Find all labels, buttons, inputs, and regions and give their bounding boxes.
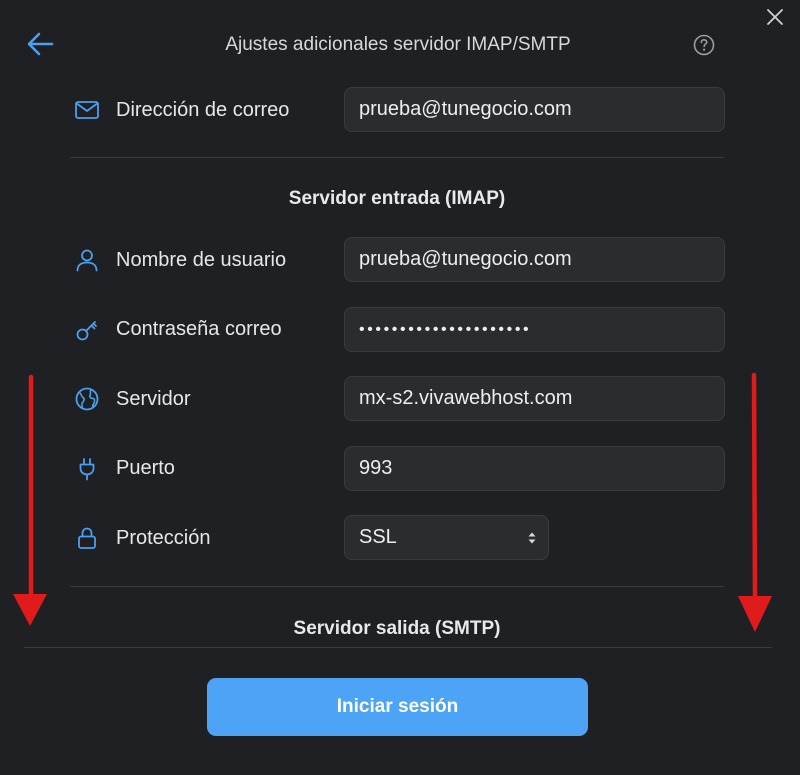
- key-icon: [76, 321, 97, 341]
- username-label: Nombre de usuario: [116, 249, 287, 271]
- globe-icon: [75, 387, 99, 411]
- help-button[interactable]: [692, 33, 716, 57]
- user-icon: [76, 249, 98, 272]
- email-field[interactable]: prueba@tunegocio.com: [344, 87, 725, 132]
- scroll-down-arrow-annotation-left: [13, 374, 47, 626]
- login-button[interactable]: Iniciar sesión: [207, 678, 588, 736]
- protection-select-value: SSL: [359, 526, 397, 548]
- plug-icon: [79, 458, 95, 481]
- smtp-section-title: Servidor salida (SMTP): [293, 618, 501, 639]
- password-label: Contraseña correo: [116, 318, 282, 340]
- server-field[interactable]: mx-s2.vivawebhost.com: [344, 376, 725, 421]
- username-field[interactable]: prueba@tunegocio.com: [344, 237, 725, 282]
- envelope-icon: [75, 101, 99, 119]
- port-label: Puerto: [116, 457, 175, 479]
- email-label: Dirección de correo: [116, 99, 290, 121]
- section-divider: [70, 157, 724, 158]
- scroll-down-arrow-annotation-right: [738, 372, 772, 632]
- imap-smtp-settings-dialog: Ajustes adicionales servidor IMAP/SMTP D…: [0, 0, 800, 775]
- close-button[interactable]: [763, 5, 787, 29]
- section-divider: [70, 586, 724, 587]
- imap-section-title: Servidor entrada (IMAP): [288, 188, 506, 209]
- close-icon: [767, 9, 783, 25]
- help-circle-icon: [693, 34, 715, 56]
- protection-select[interactable]: SSL: [344, 515, 549, 560]
- server-label: Servidor: [116, 388, 191, 410]
- port-field[interactable]: 993: [344, 446, 725, 491]
- dialog-title: Ajustes adicionales servidor IMAP/SMTP: [225, 34, 571, 55]
- protection-label: Protección: [116, 527, 211, 549]
- up-down-caret-icon: [528, 532, 536, 544]
- password-field[interactable]: •••••••••••••••••••••: [344, 307, 725, 352]
- lock-icon: [78, 527, 96, 549]
- footer-divider: [24, 647, 772, 648]
